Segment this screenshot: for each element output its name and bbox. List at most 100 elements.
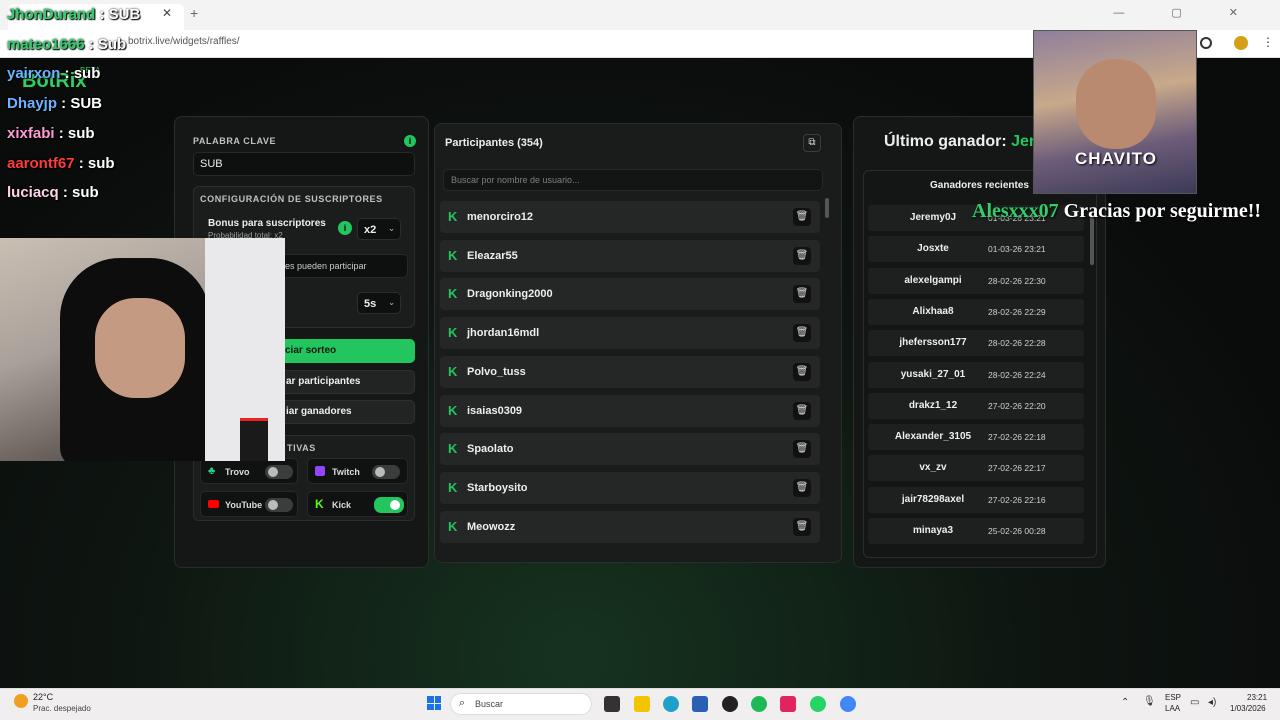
delete-icon[interactable]: 🗑 — [793, 362, 811, 381]
tiktok-icon[interactable] — [780, 696, 796, 712]
chat-message: JhonDurand : SUB — [7, 6, 140, 23]
winner-row: Josxte 01-03-26 23:21 — [868, 236, 1084, 263]
winner-date: 27-02-26 22:16 — [988, 494, 1046, 505]
delete-icon[interactable]: 🗑 — [793, 324, 811, 343]
windows-start-icon[interactable] — [427, 696, 441, 710]
chrome-icon[interactable] — [840, 696, 856, 712]
winner-name: drakz1_12 — [908, 399, 958, 411]
twitch-toggle[interactable] — [372, 465, 400, 479]
url-text[interactable]: botrix.live/widgets/raffles/ — [128, 36, 240, 47]
delete-icon[interactable]: 🗑 — [793, 285, 811, 304]
search-placeholder: Buscar por nombre de usuario... — [451, 175, 580, 185]
participant-search-input[interactable]: Buscar por nombre de usuario... — [443, 169, 823, 191]
bonus-label: Bonus para suscriptores — [208, 218, 326, 229]
kick-icon: K — [448, 325, 458, 341]
delete-icon[interactable]: 🗑 — [793, 517, 811, 536]
language-code[interactable]: ESP — [1165, 693, 1181, 702]
edge-icon[interactable] — [663, 696, 679, 712]
delete-icon[interactable]: 🗑 — [793, 478, 811, 497]
trovo-toggle[interactable] — [265, 465, 293, 479]
platform-trovo: ♣ Trovo — [200, 458, 298, 484]
weather-temp[interactable]: 22°C — [33, 692, 53, 702]
participant-name: Eleazar55 — [467, 249, 518, 262]
subs-only-text: es pueden participar — [285, 261, 367, 271]
participant-row: K Meowozz 🗑 — [440, 510, 820, 543]
clear-winners-label: iar ganadores — [286, 406, 352, 417]
timer-select[interactable]: 5s ⌄ — [357, 292, 401, 314]
participant-row: Kmenorciro12 🗑 — [440, 201, 820, 233]
taskbar-search[interactable]: ⌕ Buscar — [450, 693, 592, 715]
participant-row: Kjhordan16mdl 🗑 — [440, 317, 820, 350]
winner-date: 28-02-26 22:28 — [988, 338, 1046, 349]
kick-icon: K — [448, 441, 458, 457]
participant-name: isaias0309 — [467, 404, 523, 417]
winner-row: yusaki_27_01 28-02-26 22:24 — [868, 361, 1084, 388]
weather-icon[interactable] — [14, 694, 28, 708]
browser-menu-icon[interactable]: ⋮ — [1262, 35, 1274, 49]
store-icon[interactable] — [692, 696, 708, 712]
youtube-toggle[interactable] — [265, 498, 293, 512]
youtube-label: YouTube — [225, 500, 263, 510]
delete-icon[interactable]: 🗑 — [793, 401, 811, 420]
extension-icon[interactable] — [1200, 37, 1212, 49]
winner-name: Josxte — [917, 243, 949, 255]
delete-icon[interactable]: 🗑 — [793, 208, 811, 226]
chat-text: : SUB — [57, 95, 103, 113]
participants-scrollbar[interactable] — [825, 198, 829, 218]
participant-row: Kisaias0309 🗑 — [440, 394, 820, 427]
bonus-select[interactable]: x2 ⌄ — [357, 218, 401, 240]
bonus-info-icon[interactable]: i — [338, 221, 352, 235]
close-tab-icon[interactable]: ✕ — [162, 6, 172, 20]
info-icon[interactable]: i — [404, 135, 416, 147]
window-controls[interactable]: — ▢ ✕ — [1113, 6, 1260, 19]
delete-icon[interactable]: 🗑 — [793, 440, 811, 459]
follow-message: Gracias por seguirme!! — [1058, 200, 1262, 222]
kick-toggle[interactable] — [374, 497, 404, 513]
spotify-icon[interactable] — [751, 696, 767, 712]
microphone-icon[interactable]: 🎙 — [1143, 696, 1156, 707]
new-tab-button[interactable]: + — [190, 5, 198, 21]
network-icon[interactable]: ▭ — [1190, 697, 1199, 708]
chavito-label: CHAVITO — [1075, 149, 1157, 168]
chat-user: luciacq — [7, 184, 59, 202]
delete-icon[interactable]: 🗑 — [793, 246, 811, 265]
chat-text: : sub — [60, 65, 101, 83]
participant-row: K Starboysito 🗑 — [440, 471, 820, 504]
participant-name: Dragonking2000 — [467, 288, 553, 301]
keyword-input[interactable] — [193, 152, 415, 176]
kick-label: Kick — [332, 500, 352, 510]
winner-date: 25-02-26 00:28 — [988, 526, 1046, 536]
search-icon: ⌕ — [459, 697, 466, 709]
trovo-label: Trovo — [225, 467, 250, 477]
twitch-icon — [315, 466, 325, 476]
child-face — [1076, 59, 1156, 149]
webcam-overlay — [0, 238, 285, 461]
clock-time[interactable]: 23:21 — [1247, 693, 1267, 702]
winner-date: 01-03-26 23:21 — [988, 244, 1046, 255]
task-view-icon[interactable] — [604, 696, 620, 712]
obs-icon[interactable] — [722, 696, 738, 712]
chat-message: yairxon : sub — [7, 65, 100, 82]
copy-icon[interactable]: ⧉ — [803, 134, 821, 152]
chat-text: : SUB — [95, 6, 141, 23]
tray-chevron-icon[interactable]: ⌃ — [1121, 697, 1129, 708]
chevron-down-icon: ⌄ — [388, 298, 395, 307]
profile-avatar[interactable] — [1234, 36, 1248, 50]
volume-icon[interactable]: ◂) — [1208, 697, 1216, 708]
file-explorer-icon[interactable] — [634, 696, 650, 712]
platforms-label: TIVAS — [287, 443, 316, 453]
bonus-value: x2 — [364, 224, 377, 236]
clock-date[interactable]: 1/03/2026 — [1230, 704, 1266, 713]
chat-message: mateo1666 : Sub — [7, 36, 126, 53]
participants-title: Participantes (354) — [445, 137, 543, 149]
keyboard-layout[interactable]: LAA — [1165, 704, 1180, 713]
participant-name: Polvo_tuss — [467, 365, 526, 378]
winner-row: alexelgampi 28-02-26 22:30 — [868, 267, 1084, 294]
whatsapp-icon[interactable] — [810, 696, 826, 712]
keyword-value: SUB — [200, 158, 223, 170]
chat-message: aarontf67 : sub — [7, 155, 115, 172]
winner-name: yusaki_27_01 — [900, 368, 966, 380]
winner-row: vx_zv 27-02-26 22:17 — [868, 455, 1084, 482]
winner-name: jhefersson177 — [899, 337, 967, 349]
weather-desc[interactable]: Prac. despejado — [33, 704, 91, 713]
